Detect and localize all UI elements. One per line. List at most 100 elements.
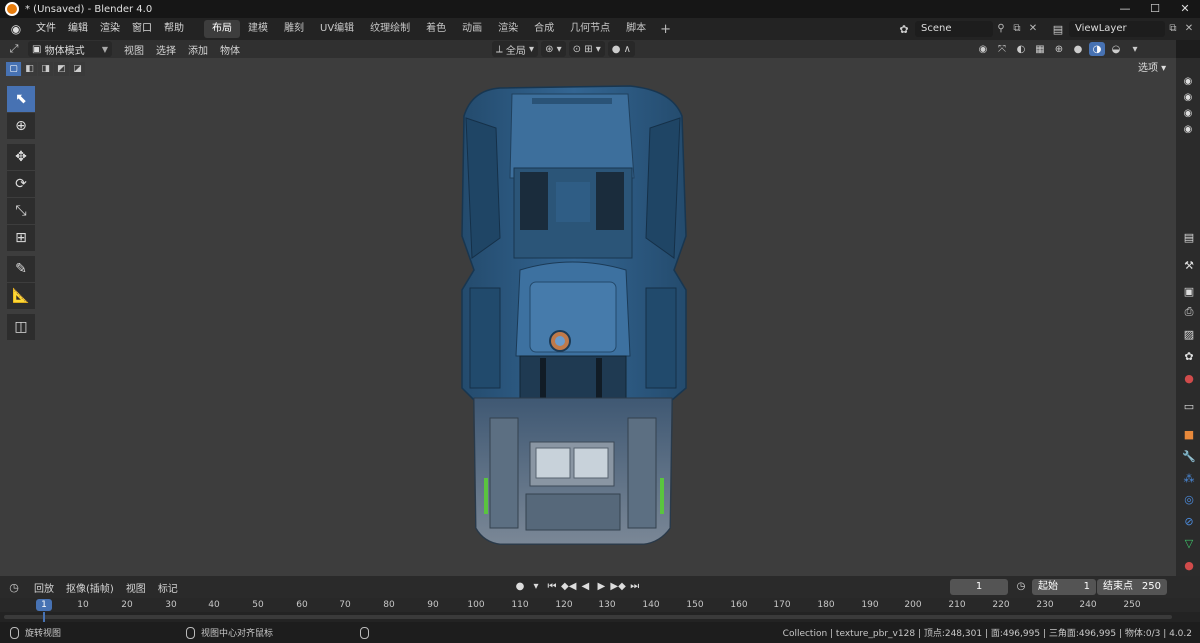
current-frame-field[interactable]: 1 [950,579,1008,595]
select-extend-icon[interactable]: ◧ [22,62,37,76]
select-box-tool-icon[interactable]: ⬉ [7,86,35,112]
new-scene-icon[interactable]: ⧉ [1009,21,1025,37]
material-shading-icon[interactable]: ◑ [1089,42,1105,56]
tab-geometry-nodes[interactable]: 几何节点 [562,20,618,38]
move-tool-icon[interactable]: ✥ [7,144,35,170]
add-cube-tool-icon[interactable]: ◫ [7,314,35,340]
editor-type-icon[interactable]: ⤢ [0,42,28,56]
menu-keying[interactable]: 抠像(插帧) [60,580,120,595]
timeline-track[interactable] [0,612,1200,622]
camera-view-icon-4[interactable]: ◉ [1181,124,1195,136]
remove-scene-icon[interactable]: ✕ [1025,21,1041,37]
select-intersect-icon[interactable]: ◪ [70,62,85,76]
orientation-selector[interactable]: ⟂ 全局 ▾ [492,41,539,57]
physics-properties-icon[interactable]: ◎ [1180,490,1198,508]
menu-add[interactable]: 添加 [182,42,214,57]
playhead[interactable] [43,612,45,622]
remove-view-layer-icon[interactable]: ✕ [1181,21,1197,37]
menu-marker[interactable]: 标记 [152,580,184,595]
tab-layout[interactable]: 布局 [204,20,240,38]
snap-toggle[interactable]: ⊙ ⊞ ▾ [568,41,605,57]
scene-name-field[interactable]: Scene [915,21,993,37]
current-frame-marker[interactable]: 1 [36,599,52,611]
menu-object[interactable]: 物体 [214,42,246,57]
timeline-scrollbar[interactable] [4,615,1172,619]
new-view-layer-icon[interactable]: ⧉ [1165,21,1181,37]
select-subtract-icon[interactable]: ◨ [38,62,53,76]
menu-render[interactable]: 渲染 [94,18,126,40]
tab-scripting[interactable]: 脚本 [618,20,654,38]
properties-editor-icon[interactable]: ▤ [1180,228,1198,246]
menu-help[interactable]: 帮助 [158,18,190,40]
visibility-icon[interactable]: ◉ [975,42,991,56]
clock-icon[interactable]: ◷ [1014,579,1028,595]
gizmo-icon[interactable]: ⤧ [994,42,1010,56]
modifier-properties-icon[interactable]: 🔧 [1180,447,1198,465]
output-properties-icon[interactable]: ⎙ [1180,303,1198,321]
tab-animation[interactable]: 动画 [454,20,490,38]
menu-view[interactable]: 视图 [118,42,150,57]
scene-properties-icon[interactable]: ✿ [1180,347,1198,365]
minimize-button[interactable]: — [1110,0,1140,18]
menu-window[interactable]: 窗口 [126,18,158,40]
jump-end-icon[interactable]: ⏭ [628,579,642,595]
solid-shading-icon[interactable]: ● [1070,42,1086,56]
close-button[interactable]: ✕ [1170,0,1200,18]
collection-properties-icon[interactable]: ▭ [1180,397,1198,415]
view-layer-name-field[interactable]: ViewLayer [1069,21,1165,37]
keying-set-chevron-icon[interactable]: ▾ [529,579,543,595]
tab-texture-paint[interactable]: 纹理绘制 [362,20,418,38]
play-reverse-icon[interactable]: ◀ [578,579,592,595]
select-invert-icon[interactable]: ◩ [54,62,69,76]
cursor-tool-icon[interactable]: ⊕ [7,113,35,139]
menu-playback[interactable]: 回放 [28,580,60,595]
maximize-button[interactable]: ☐ [1140,0,1170,18]
measure-tool-icon[interactable]: 📐 [7,283,35,309]
scene-icon[interactable]: ✿ [893,23,915,36]
pin-icon[interactable]: ⚲ [993,21,1009,37]
mode-selector[interactable]: ▣ 物体模式 ▼ [28,41,112,57]
menu-edit[interactable]: 编辑 [62,18,94,40]
object-properties-icon[interactable]: ■ [1180,425,1198,443]
xray-icon[interactable]: ▦ [1032,42,1048,56]
view-layer-properties-icon[interactable]: ▨ [1180,325,1198,343]
tab-shading[interactable]: 着色 [418,20,454,38]
transform-tool-icon[interactable]: ⊞ [7,225,35,251]
rendered-shading-icon[interactable]: ◒ [1108,42,1124,56]
scale-tool-icon[interactable]: ⤡ [7,198,35,224]
rotate-tool-icon[interactable]: ⟳ [7,171,35,197]
tab-compositing[interactable]: 合成 [526,20,562,38]
particles-properties-icon[interactable]: ⁂ [1180,469,1198,487]
camera-view-icon-2[interactable]: ◉ [1181,92,1195,104]
world-properties-icon[interactable]: ● [1180,369,1198,387]
3d-viewport[interactable] [0,58,1176,576]
select-new-icon[interactable]: ▢ [6,62,21,76]
tool-properties-icon[interactable]: ⚒ [1180,256,1198,274]
tab-modeling[interactable]: 建模 [240,20,276,38]
view-layer-icon[interactable]: ▤ [1047,23,1069,36]
proportional-edit-toggle[interactable]: ● ∧ [607,41,636,57]
timeline-editor-icon[interactable]: ◷ [0,581,28,594]
options-dropdown[interactable]: 选项 ▾ [1134,61,1170,77]
constraints-properties-icon[interactable]: ⊘ [1180,512,1198,530]
start-frame-field[interactable]: 起始 1 [1032,579,1096,595]
render-properties-icon[interactable]: ▣ [1180,282,1198,300]
wireframe-shading-icon[interactable]: ⊕ [1051,42,1067,56]
menu-select[interactable]: 选择 [150,42,182,57]
data-properties-icon[interactable]: ▽ [1180,534,1198,552]
timeline-ruler[interactable]: 1 10 20 30 40 50 60 70 80 90 100 110 120… [0,598,1200,612]
overlay-icon[interactable]: ◐ [1013,42,1029,56]
next-keyframe-icon[interactable]: ▶◆ [610,579,625,595]
add-workspace-button[interactable]: + [654,22,677,37]
material-properties-icon[interactable]: ● [1180,556,1198,574]
end-frame-field[interactable]: 结束点 250 [1097,579,1167,595]
camera-view-icon[interactable]: ◉ [1181,76,1195,88]
annotate-tool-icon[interactable]: ✎ [7,256,35,282]
tab-rendering[interactable]: 渲染 [490,20,526,38]
tab-uv-editing[interactable]: UV编辑 [312,20,362,38]
camera-view-icon-3[interactable]: ◉ [1181,108,1195,120]
pivot-selector[interactable]: ⊛ ▾ [541,41,566,57]
record-icon[interactable]: ● [513,579,527,595]
menu-file[interactable]: 文件 [30,18,62,40]
jump-start-icon[interactable]: ⏮ [545,579,559,595]
